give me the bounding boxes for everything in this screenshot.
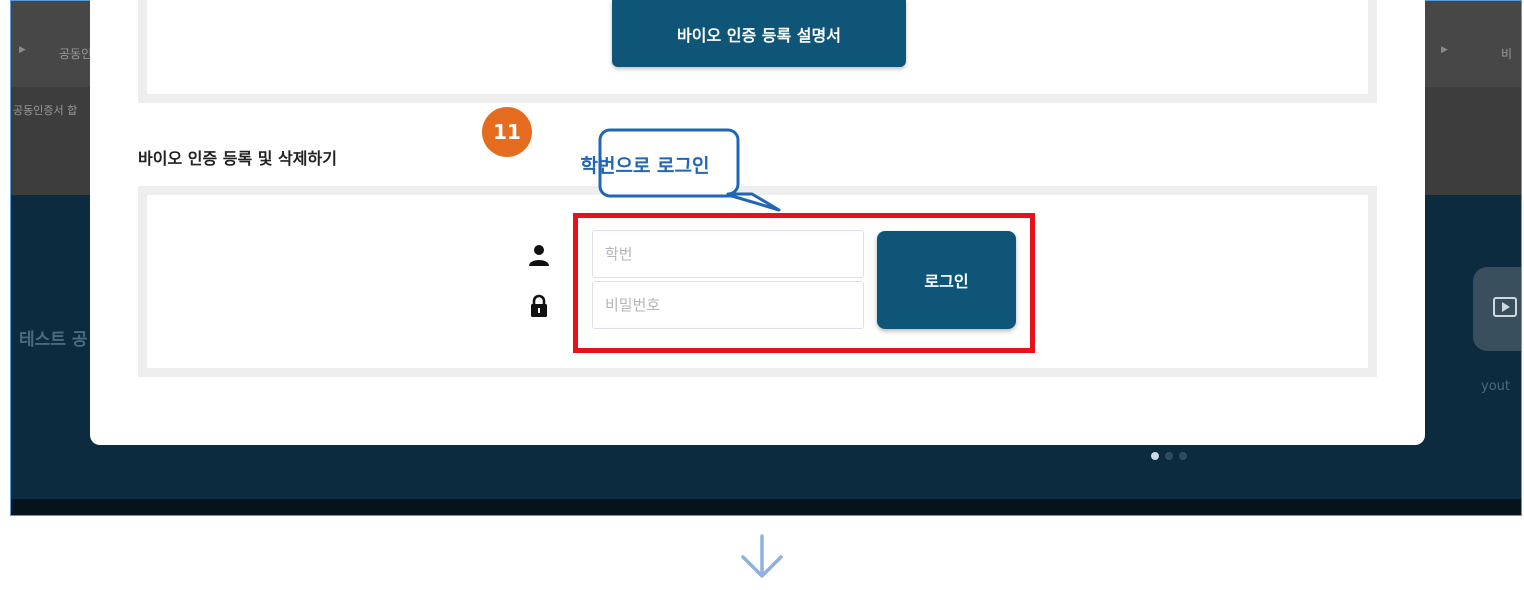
bio-auth-modal: 바이오 인증 등록 설명서 바이오 인증 등록 및 삭제하기 로그인 학번으로 … — [90, 0, 1425, 445]
student-id-input[interactable] — [592, 230, 864, 278]
section-title: 바이오 인증 등록 및 삭제하기 — [138, 149, 337, 168]
carousel-dots — [1151, 452, 1187, 460]
carousel-dot[interactable] — [1165, 452, 1173, 460]
background-nav-item: 비 — [1501, 47, 1513, 61]
login-button[interactable]: 로그인 — [877, 231, 1016, 329]
background-nav-item: 공동인 — [59, 47, 93, 61]
user-icon — [529, 245, 549, 266]
carousel-dot[interactable] — [1151, 452, 1159, 460]
carousel-dot[interactable] — [1179, 452, 1187, 460]
background-sub-text: 공동인증서 합 — [13, 104, 78, 117]
callout-text: 학번으로 로그인 — [580, 155, 710, 177]
step-badge: 11 — [482, 107, 532, 157]
password-input[interactable] — [592, 281, 864, 329]
background-hero-text: 테스트 공 — [19, 330, 88, 350]
background-video-label: yout — [1481, 379, 1510, 394]
nav-arrow-icon: ▶ — [19, 45, 26, 55]
background-footer — [11, 499, 1521, 515]
lock-icon — [531, 294, 547, 317]
bio-auth-guide-button[interactable]: 바이오 인증 등록 설명서 — [612, 0, 906, 67]
video-play-icon — [1493, 297, 1517, 317]
arrow-down-icon — [741, 534, 783, 578]
nav-arrow-icon: ▶ — [1441, 45, 1448, 55]
